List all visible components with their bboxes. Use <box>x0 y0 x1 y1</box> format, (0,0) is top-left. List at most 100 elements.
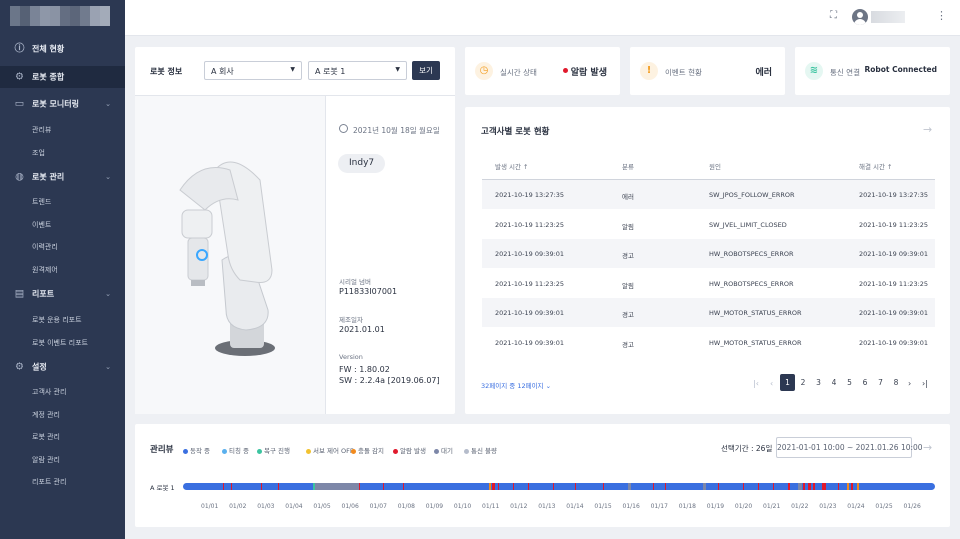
robot-select[interactable]: A 로봇 1 ▼ <box>308 61 407 80</box>
page-button[interactable]: 5 <box>842 374 857 391</box>
table-cell: 경고 <box>622 340 634 349</box>
column-header[interactable]: 원인 <box>709 161 721 171</box>
timeline-bar[interactable] <box>183 483 935 490</box>
sidebar-subitem[interactable]: 계정 관리 <box>32 410 60 420</box>
column-header[interactable]: 해결 시간 ↑ <box>859 161 893 171</box>
legend-label: 서보 제어 OFF <box>313 447 354 455</box>
sidebar-subitem[interactable]: 로봇 이벤트 리포트 <box>32 338 88 348</box>
period-range-input[interactable]: 2021-01-01 10:00 ~ 2021.01.26 10:00 <box>776 437 923 458</box>
column-header[interactable]: 발생 시간 ↑ <box>495 161 529 171</box>
sidebar-item-3[interactable]: ▭ 로봇 모니터링 ⌄ <box>0 93 125 115</box>
sidebar-item-6[interactable]: ⚙ 설정 ⌄ <box>0 356 125 378</box>
page-button[interactable]: 6 <box>858 374 873 391</box>
sidebar-subitem[interactable]: 원격제어 <box>32 265 58 275</box>
axis-tick-label: 01/07 <box>369 503 387 510</box>
timeline-robot-label: A 로봇 1 <box>150 484 175 492</box>
page-button[interactable]: 7 <box>873 374 888 391</box>
timeline-segment <box>498 483 499 490</box>
legend-item: 대기 <box>434 445 453 455</box>
sidebar-subitem[interactable]: 이력관리 <box>32 242 58 252</box>
sidebar-subitem[interactable]: 관리뷰 <box>32 125 51 135</box>
sidebar-subitem[interactable]: 로봇 관리 <box>32 432 60 442</box>
legend-dot <box>464 448 469 454</box>
table-cell: 2021-10-19 09:39:01 <box>859 309 929 317</box>
axis-tick-label: 01/08 <box>397 503 415 510</box>
axis-tick-label: 01/19 <box>706 503 725 510</box>
table-cell: HW_ROBOTSPECS_ERROR <box>709 279 794 288</box>
alarm-dot <box>563 68 568 73</box>
legend-label: 충돌 감지 <box>358 447 384 455</box>
axis-tick-label: 01/01 <box>201 503 219 510</box>
sidebar-item-4[interactable]: ◍ 로봇 관리 ⌄ <box>0 166 125 188</box>
sidebar-item-2[interactable]: ⚙ 로봇 종합 <box>0 66 125 88</box>
timeline-segment <box>261 483 262 490</box>
page-size-select[interactable]: 32페이지 중 12페이지 ⌄ <box>481 380 551 390</box>
first-page-icon[interactable]: |‹ <box>753 379 759 388</box>
sidebar-item-1[interactable]: ⓘ 전체 현황 <box>0 38 125 60</box>
table-row[interactable]: 2021-10-19 09:39:01 경고 HW_MOTOR_STATUS_ERR… <box>482 328 935 357</box>
table-cell: 2021-10-19 09:39:01 <box>495 250 565 258</box>
status-value: 에러 <box>755 68 772 78</box>
robot-model-badge: Indy7 <box>338 154 386 173</box>
timeline-segment <box>857 483 859 490</box>
axis-tick-label: 01/15 <box>594 503 612 510</box>
sidebar-subitem[interactable]: 알람 관리 <box>32 455 60 465</box>
axis-tick-label: 01/22 <box>791 503 809 510</box>
sidebar-subitem[interactable]: 이벤트 <box>32 220 51 230</box>
table-cell: 2021-10-19 11:23:25 <box>859 220 929 229</box>
table-cell: 알림 <box>622 222 634 231</box>
timeline-segment <box>847 483 849 490</box>
page-button[interactable]: 1 <box>780 374 795 391</box>
table-row[interactable]: 2021-10-19 11:23:25 알림 HW_ROBOTSPECS_ERROR… <box>482 269 935 298</box>
table-cell: HW_MOTOR_STATUS_ERROR <box>709 338 802 347</box>
timeline-segment <box>822 483 826 490</box>
page-button[interactable]: 8 <box>889 374 904 391</box>
table-row[interactable]: 2021-10-19 11:23:25 알림 SW_JVEL_LIMIT_CLOSE… <box>482 210 935 239</box>
clock-icon: ◷ <box>475 62 493 80</box>
table-row[interactable]: 2021-10-19 09:39:01 경고 HW_MOTOR_STATUS_ERR… <box>482 298 935 327</box>
top-header: ⛶ ⋮ <box>125 0 960 36</box>
last-page-icon[interactable]: ›| <box>922 379 928 388</box>
table-cell: 2021-10-19 11:23:25 <box>495 220 565 229</box>
sidebar-item-label: 로봇 관리 <box>32 172 65 182</box>
sidebar-subitem[interactable]: 트렌드 <box>32 197 51 207</box>
sidebar-subitem[interactable]: 리포트 관리 <box>32 477 66 487</box>
table-row[interactable]: 2021-10-19 13:27:35 에러 SW_JPOS_FOLLOW_ERRO… <box>482 180 935 209</box>
axis-tick-label: 01/24 <box>847 503 865 510</box>
axis-tick-label: 01/20 <box>734 503 753 510</box>
view-button[interactable]: 보기 <box>412 61 440 80</box>
app-logo <box>10 6 110 26</box>
timeline-segment <box>403 483 404 490</box>
kebab-menu-icon[interactable]: ⋮ <box>936 10 947 22</box>
timeline-segment <box>798 483 802 490</box>
timeline-segment <box>703 483 706 490</box>
arrow-right-icon[interactable]: → <box>923 123 932 136</box>
page-button[interactable]: 4 <box>827 374 842 391</box>
timeline-segment <box>231 483 232 490</box>
sidebar-subitem[interactable]: 고객사 관리 <box>32 387 66 397</box>
customer-status-title: 고객사별 로봇 현황 <box>481 127 550 137</box>
timeline-segment <box>788 483 790 490</box>
fullscreen-icon[interactable]: ⛶ <box>830 11 840 21</box>
axis-tick-label: 01/11 <box>482 503 500 510</box>
sidebar-subitem[interactable]: 로봇 운용 리포트 <box>32 315 82 325</box>
next-page-icon[interactable]: › <box>908 379 911 388</box>
page-button[interactable]: 3 <box>811 374 826 391</box>
user-avatar-icon[interactable] <box>852 9 868 25</box>
axis-tick-label: 01/12 <box>510 503 528 510</box>
legend-label: 동작 중 <box>190 447 211 455</box>
timeline-segment <box>492 483 495 490</box>
chevron-down-icon: ⌄ <box>105 363 111 371</box>
prev-page-icon[interactable]: ‹ <box>770 379 773 388</box>
company-select[interactable]: A 회사 ▼ <box>204 61 302 80</box>
timeline-segment <box>653 483 654 490</box>
table-row[interactable]: 2021-10-19 09:39:01 경고 HW_ROBOTSPECS_ERROR… <box>482 239 935 268</box>
page-button[interactable]: 2 <box>796 374 811 391</box>
sidebar-subitem[interactable]: 조업 <box>32 148 45 158</box>
timeline-segment <box>489 483 491 490</box>
column-header[interactable]: 분류 <box>622 161 634 171</box>
timeline-arrow-icon[interactable]: → <box>923 441 932 454</box>
status-value: 알람 발생 <box>570 68 607 78</box>
sidebar-item-5[interactable]: ▤ 리포트 ⌄ <box>0 283 125 305</box>
user-name[interactable] <box>871 11 905 23</box>
